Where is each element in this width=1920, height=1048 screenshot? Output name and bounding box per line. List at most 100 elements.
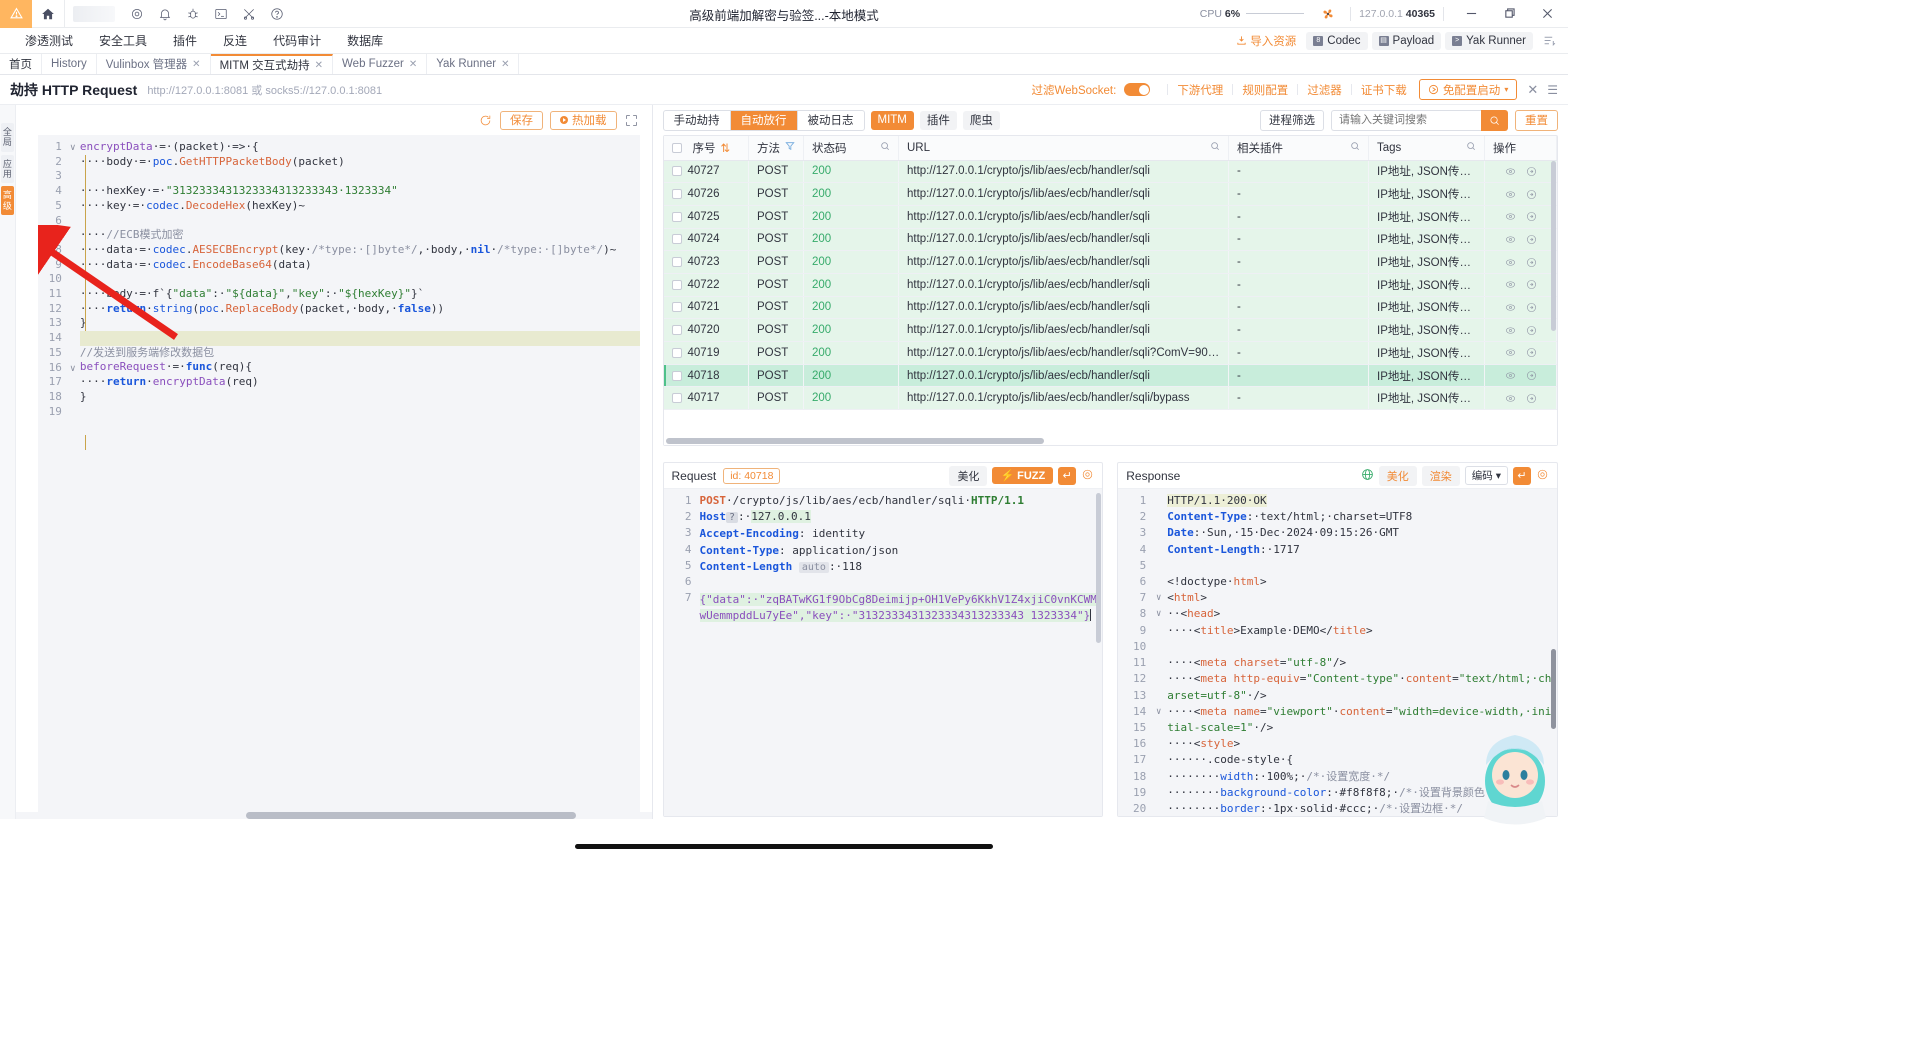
search-icon[interactable] <box>1466 141 1476 154</box>
menu-item-database[interactable]: 数据库 <box>334 32 396 49</box>
editor-fold-column[interactable]: ∨ ∨ <box>65 135 80 812</box>
word-wrap-button[interactable]: ↵ <box>1058 466 1077 485</box>
table-row[interactable]: 40727 POST 200 http://127.0.0.1/crypto/js/l… <box>663 160 1557 184</box>
resend-icon[interactable] <box>1521 324 1542 336</box>
tab-vulinbox[interactable]: Vulinbox 管理器 ✕ <box>97 54 211 74</box>
cell-id[interactable]: 40727 <box>663 160 749 184</box>
cell-url[interactable]: http://127.0.0.1/crypto/js/lib/aes/ecb/h… <box>898 364 1229 388</box>
row-checkbox[interactable] <box>671 370 682 381</box>
chip-mitm[interactable]: MITM <box>870 110 914 130</box>
home-icon[interactable] <box>32 0 65 28</box>
row-checkbox[interactable] <box>671 166 682 177</box>
cell-url[interactable]: http://127.0.0.1/crypto/js/lib/aes/ecb/h… <box>898 318 1229 342</box>
globe-icon[interactable] <box>1361 468 1374 484</box>
cell-id[interactable]: 40725 <box>663 205 749 229</box>
bell-icon[interactable] <box>151 0 179 28</box>
response-scrollbar[interactable] <box>1551 649 1556 730</box>
response-wrap-button[interactable]: ↵ <box>1513 466 1531 485</box>
cell-actions[interactable] <box>1484 205 1557 229</box>
segment-manual-hijack[interactable]: 手动劫持 <box>664 110 731 130</box>
resend-icon[interactable] <box>1521 256 1542 268</box>
import-resource-button[interactable]: 导入资源 <box>1230 33 1302 49</box>
process-filter-button[interactable]: 进程筛选 <box>1260 109 1324 131</box>
menu-item-pentest[interactable]: 渗透测试 <box>12 32 86 49</box>
cell-id[interactable]: 40726 <box>663 182 749 206</box>
terminal-icon[interactable] <box>207 0 235 28</box>
resend-icon[interactable] <box>1521 370 1542 382</box>
table-row[interactable]: 40717 POST 200 http://127.0.0.1/crypto/js/l… <box>663 386 1557 411</box>
cell-id[interactable]: 40722 <box>663 273 749 297</box>
table-row[interactable]: 40718 POST 200 http://127.0.0.1/crypto/js/l… <box>663 364 1557 388</box>
table-row[interactable]: 40721 POST 200 http://127.0.0.1/crypto/js/l… <box>663 296 1557 320</box>
tab-web-fuzzer[interactable]: Web Fuzzer ✕ <box>333 54 428 74</box>
view-icon[interactable] <box>1500 324 1521 336</box>
search-input[interactable] <box>1331 109 1481 131</box>
tab-mitm[interactable]: MITM 交互式劫持 ✕ <box>210 54 334 74</box>
menu-item-sectools[interactable]: 安全工具 <box>86 32 160 49</box>
view-icon[interactable] <box>1500 211 1521 223</box>
zero-config-start-button[interactable]: 免配置启动 ▾ <box>1418 79 1518 100</box>
close-icon[interactable]: ✕ <box>315 60 323 71</box>
resend-icon[interactable] <box>1521 165 1542 177</box>
col-tags[interactable]: Tags <box>1368 136 1485 161</box>
table-row[interactable]: 40722 POST 200 http://127.0.0.1/crypto/js/l… <box>663 273 1557 297</box>
cell-actions[interactable] <box>1484 364 1557 388</box>
cell-id[interactable]: 40723 <box>663 250 749 274</box>
col-status[interactable]: 状态码 <box>803 136 899 161</box>
editor-code[interactable]: encryptData·=·(packet)·=>·{····body·=·po… <box>79 135 640 812</box>
view-icon[interactable] <box>1500 188 1521 200</box>
col-plugin[interactable]: 相关插件 <box>1228 136 1369 161</box>
search-box[interactable] <box>1331 109 1508 131</box>
close-icon[interactable]: ✕ <box>409 59 417 70</box>
rule-config-link[interactable]: 规则配置 <box>1242 82 1288 98</box>
table-row[interactable]: 40719 POST 200 http://127.0.0.1/crypto/js/l… <box>663 341 1557 365</box>
view-icon[interactable] <box>1500 233 1521 245</box>
cell-url[interactable]: http://127.0.0.1/crypto/js/lib/aes/ecb/h… <box>898 296 1229 320</box>
rail-item-advanced[interactable]: 高级 <box>0 186 14 216</box>
view-icon[interactable] <box>1500 347 1521 359</box>
cell-url[interactable]: http://127.0.0.1/crypto/js/lib/aes/ecb/h… <box>898 386 1229 411</box>
view-icon[interactable] <box>1500 301 1521 313</box>
chevron-down-icon[interactable]: ▾ <box>1504 85 1508 94</box>
list-sort-icon[interactable] <box>1537 34 1562 47</box>
view-icon[interactable] <box>1500 165 1521 177</box>
cell-actions[interactable] <box>1484 250 1557 274</box>
segment-passive-log[interactable]: 被动日志 <box>798 111 864 130</box>
payload-button[interactable]: ▤ Payload <box>1371 31 1442 50</box>
table-row[interactable]: 40723 POST 200 http://127.0.0.1/crypto/js/l… <box>663 250 1557 274</box>
fuzz-button[interactable]: ⚡ FUZZ <box>992 467 1054 485</box>
reset-button[interactable]: 重置 <box>1515 109 1558 131</box>
resend-icon[interactable] <box>1521 392 1542 404</box>
cell-actions[interactable] <box>1484 318 1557 342</box>
resend-icon[interactable] <box>1521 188 1542 200</box>
request-scrollbar[interactable] <box>1096 493 1102 644</box>
rail-item-global[interactable]: 全局 <box>0 123 14 152</box>
code-editor[interactable]: 1 2 3 4 5 6 7 8 9 10 11 12 13 14 15 16 17 18 19 ∨ ∨ encryp… <box>37 135 640 812</box>
cell-id[interactable]: 40720 <box>663 318 749 342</box>
search-button[interactable] <box>1481 109 1508 131</box>
cell-id[interactable]: 40718 <box>663 364 749 388</box>
search-icon[interactable] <box>880 141 890 154</box>
cell-actions[interactable] <box>1484 386 1557 411</box>
col-url[interactable]: URL <box>898 136 1229 161</box>
close-icon[interactable]: ✕ <box>192 59 200 70</box>
ws-filter-toggle[interactable] <box>1124 83 1151 96</box>
minimize-button[interactable] <box>1452 0 1490 28</box>
table-vertical-scrollbar[interactable] <box>1551 161 1556 331</box>
cell-id[interactable]: 40719 <box>663 341 749 365</box>
gear-icon[interactable] <box>123 0 151 28</box>
row-checkbox[interactable] <box>671 279 682 290</box>
select-all-checkbox[interactable] <box>671 142 682 153</box>
view-icon[interactable] <box>1500 279 1521 291</box>
menu-item-plugins[interactable]: 插件 <box>160 32 210 49</box>
close-button[interactable] <box>1528 0 1566 28</box>
refresh-icon[interactable] <box>477 112 493 128</box>
resend-icon[interactable] <box>1521 301 1542 313</box>
col-method[interactable]: 方法 <box>748 136 804 161</box>
cell-url[interactable]: http://127.0.0.1/crypto/js/lib/aes/ecb/h… <box>898 205 1229 229</box>
encoding-select[interactable]: 编码 ▾ <box>1464 466 1508 486</box>
request-content[interactable]: POST·/crypto/js/lib/aes/ecb/handler/sqli… <box>698 489 1103 816</box>
table-row[interactable]: 40720 POST 200 http://127.0.0.1/crypto/js/l… <box>663 318 1557 342</box>
segment-auto-forward[interactable]: 自动放行 <box>730 110 798 130</box>
row-checkbox[interactable] <box>671 325 682 336</box>
